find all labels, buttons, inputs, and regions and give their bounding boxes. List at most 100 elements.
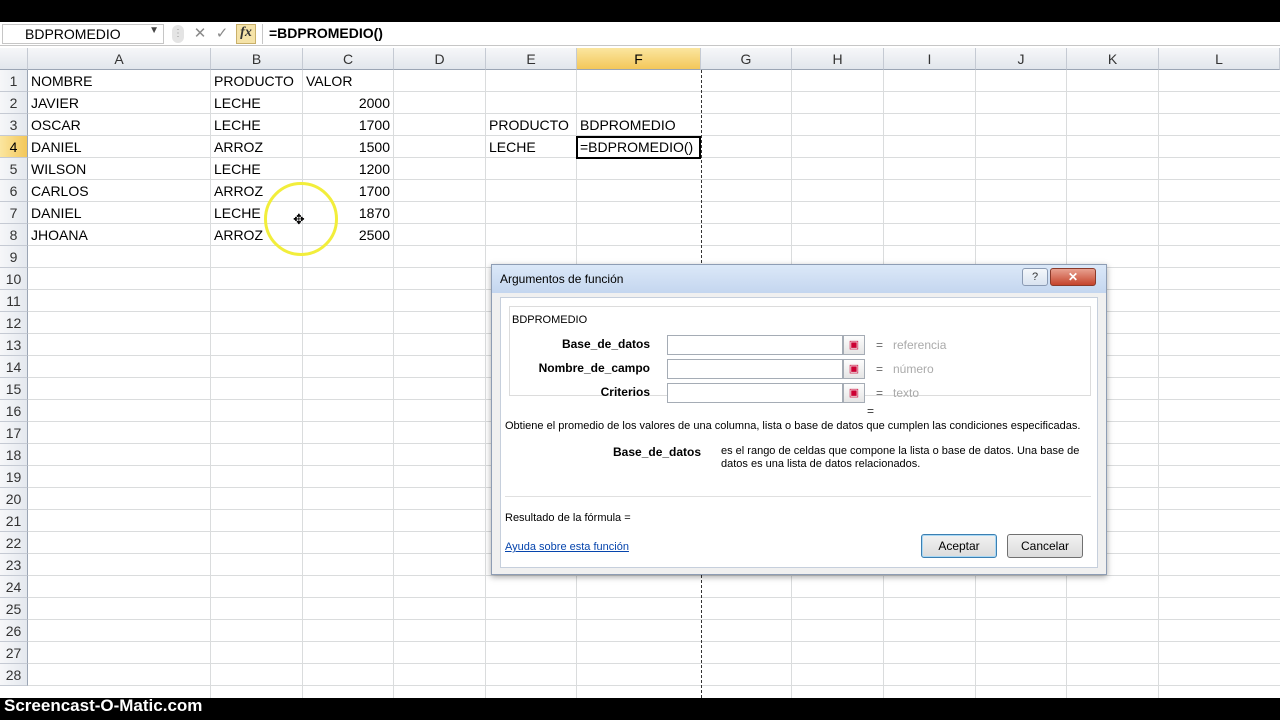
gridline: [28, 597, 1280, 598]
cell-valor[interactable]: 2000: [303, 92, 393, 113]
cell-valor[interactable]: 1500: [303, 136, 393, 157]
function-args-group: BDPROMEDIO Base_de_datos ▣ = referencia …: [509, 306, 1091, 403]
function-arguments-dialog: Argumentos de función ? ✕ BDPROMEDIO Bas…: [491, 264, 1107, 575]
row-header[interactable]: 26: [0, 620, 28, 642]
cell-nombre[interactable]: DANIEL: [28, 202, 210, 223]
row-header[interactable]: 11: [0, 290, 28, 312]
watermark: Screencast-O-Matic.com: [4, 696, 203, 715]
divider: [505, 496, 1091, 497]
row-header[interactable]: 25: [0, 598, 28, 620]
cell-e3[interactable]: PRODUCTO: [486, 114, 576, 135]
enter-entry-icon[interactable]: ✓: [212, 24, 232, 44]
gridline: [28, 619, 1280, 620]
cell-producto[interactable]: LECHE: [211, 114, 302, 135]
cell-f3[interactable]: BDPROMEDIO: [577, 114, 701, 135]
cell-nombre[interactable]: OSCAR: [28, 114, 210, 135]
row-header[interactable]: 5: [0, 158, 28, 180]
column-header-c[interactable]: C: [303, 48, 394, 70]
row-header[interactable]: 6: [0, 180, 28, 202]
argument-description-text: es el rango de celdas que compone la lis…: [721, 445, 1080, 470]
row-header[interactable]: 8: [0, 224, 28, 246]
row-header[interactable]: 15: [0, 378, 28, 400]
column-header-k[interactable]: K: [1067, 48, 1159, 70]
insert-function-icon[interactable]: fx: [236, 24, 256, 44]
cell-b1[interactable]: PRODUCTO: [211, 70, 302, 91]
column-header-g[interactable]: G: [701, 48, 792, 70]
column-header-f[interactable]: F: [577, 48, 701, 70]
chevron-down-icon[interactable]: ▼: [149, 25, 159, 36]
cell-valor[interactable]: 1700: [303, 114, 393, 135]
cell-a1[interactable]: NOMBRE: [28, 70, 210, 91]
criterios-input[interactable]: [667, 383, 843, 403]
cell-nombre[interactable]: WILSON: [28, 158, 210, 179]
cell-producto[interactable]: LECHE: [211, 158, 302, 179]
function-name: BDPROMEDIO: [512, 314, 588, 326]
column-header-i[interactable]: I: [884, 48, 976, 70]
row-header[interactable]: 21: [0, 510, 28, 532]
dialog-titlebar[interactable]: Argumentos de función ? ✕: [492, 265, 1106, 293]
collapse-dialog-icon[interactable]: ▣: [843, 359, 865, 379]
column-header-a[interactable]: A: [28, 48, 211, 70]
collapse-dialog-icon[interactable]: ▣: [843, 335, 865, 355]
cell-nombre[interactable]: JAVIER: [28, 92, 210, 113]
cancel-button[interactable]: Cancelar: [1007, 534, 1083, 558]
dialog-title: Argumentos de función: [500, 272, 624, 286]
row-header[interactable]: 14: [0, 356, 28, 378]
row-header[interactable]: 2: [0, 92, 28, 114]
row-header[interactable]: 1: [0, 70, 28, 92]
formula-input[interactable]: =BDPROMEDIO(): [262, 24, 1276, 44]
close-icon[interactable]: ✕: [1050, 268, 1096, 286]
column-header-h[interactable]: H: [792, 48, 884, 70]
column-header-l[interactable]: L: [1159, 48, 1280, 70]
arg-type-hint: texto: [893, 386, 920, 400]
row-header[interactable]: 16: [0, 400, 28, 422]
row-header[interactable]: 22: [0, 532, 28, 554]
row-header[interactable]: 7: [0, 202, 28, 224]
cell-nombre[interactable]: CARLOS: [28, 180, 210, 201]
gridline: [1158, 70, 1159, 698]
formula-bar-splitter-icon[interactable]: ⋮: [172, 25, 184, 43]
help-icon[interactable]: ?: [1022, 268, 1048, 286]
dialog-body: BDPROMEDIO Base_de_datos ▣ = referencia …: [500, 297, 1098, 568]
row-header[interactable]: 9: [0, 246, 28, 268]
column-header-j[interactable]: J: [976, 48, 1067, 70]
name-box[interactable]: BDPROMEDIO ▼: [2, 24, 164, 44]
row-header[interactable]: 20: [0, 488, 28, 510]
formula-result-label: Resultado de la fórmula =: [505, 512, 631, 524]
name-box-value: BDPROMEDIO: [25, 26, 121, 42]
accept-button[interactable]: Aceptar: [921, 534, 997, 558]
row-header[interactable]: 23: [0, 554, 28, 576]
row-header[interactable]: 28: [0, 664, 28, 686]
arg-type-hint: número: [893, 362, 934, 376]
base-de-datos-input[interactable]: [667, 335, 843, 355]
cell-nombre[interactable]: DANIEL: [28, 136, 210, 157]
cancel-entry-icon[interactable]: ✕: [190, 24, 210, 44]
row-header[interactable]: 3: [0, 114, 28, 136]
row-header[interactable]: 27: [0, 642, 28, 664]
column-header-b[interactable]: B: [211, 48, 303, 70]
cell-valor[interactable]: 1200: [303, 158, 393, 179]
row-header[interactable]: 19: [0, 466, 28, 488]
row-header[interactable]: 12: [0, 312, 28, 334]
select-all-corner[interactable]: [0, 48, 28, 70]
cell-c1[interactable]: VALOR: [303, 70, 393, 91]
cell-producto[interactable]: LECHE: [211, 92, 302, 113]
row-header[interactable]: 13: [0, 334, 28, 356]
nombre-de-campo-input[interactable]: [667, 359, 843, 379]
row-header[interactable]: 10: [0, 268, 28, 290]
argument-description-name: Base_de_datos: [613, 445, 702, 459]
row-header[interactable]: 17: [0, 422, 28, 444]
cell-e4[interactable]: LECHE: [486, 136, 576, 157]
row-header[interactable]: 18: [0, 444, 28, 466]
gridline: [28, 245, 1280, 246]
cell-producto[interactable]: ARROZ: [211, 136, 302, 157]
collapse-dialog-icon[interactable]: ▣: [843, 383, 865, 403]
active-cell-f4[interactable]: =BDPROMEDIO(): [576, 136, 701, 159]
row-header[interactable]: 24: [0, 576, 28, 598]
arg-label-criterios: Criterios: [600, 385, 650, 399]
column-header-d[interactable]: D: [394, 48, 486, 70]
help-link[interactable]: Ayuda sobre esta función: [505, 541, 629, 553]
cell-nombre[interactable]: JHOANA: [28, 224, 210, 245]
row-header-selected[interactable]: 4: [0, 136, 28, 158]
column-header-e[interactable]: E: [486, 48, 577, 70]
